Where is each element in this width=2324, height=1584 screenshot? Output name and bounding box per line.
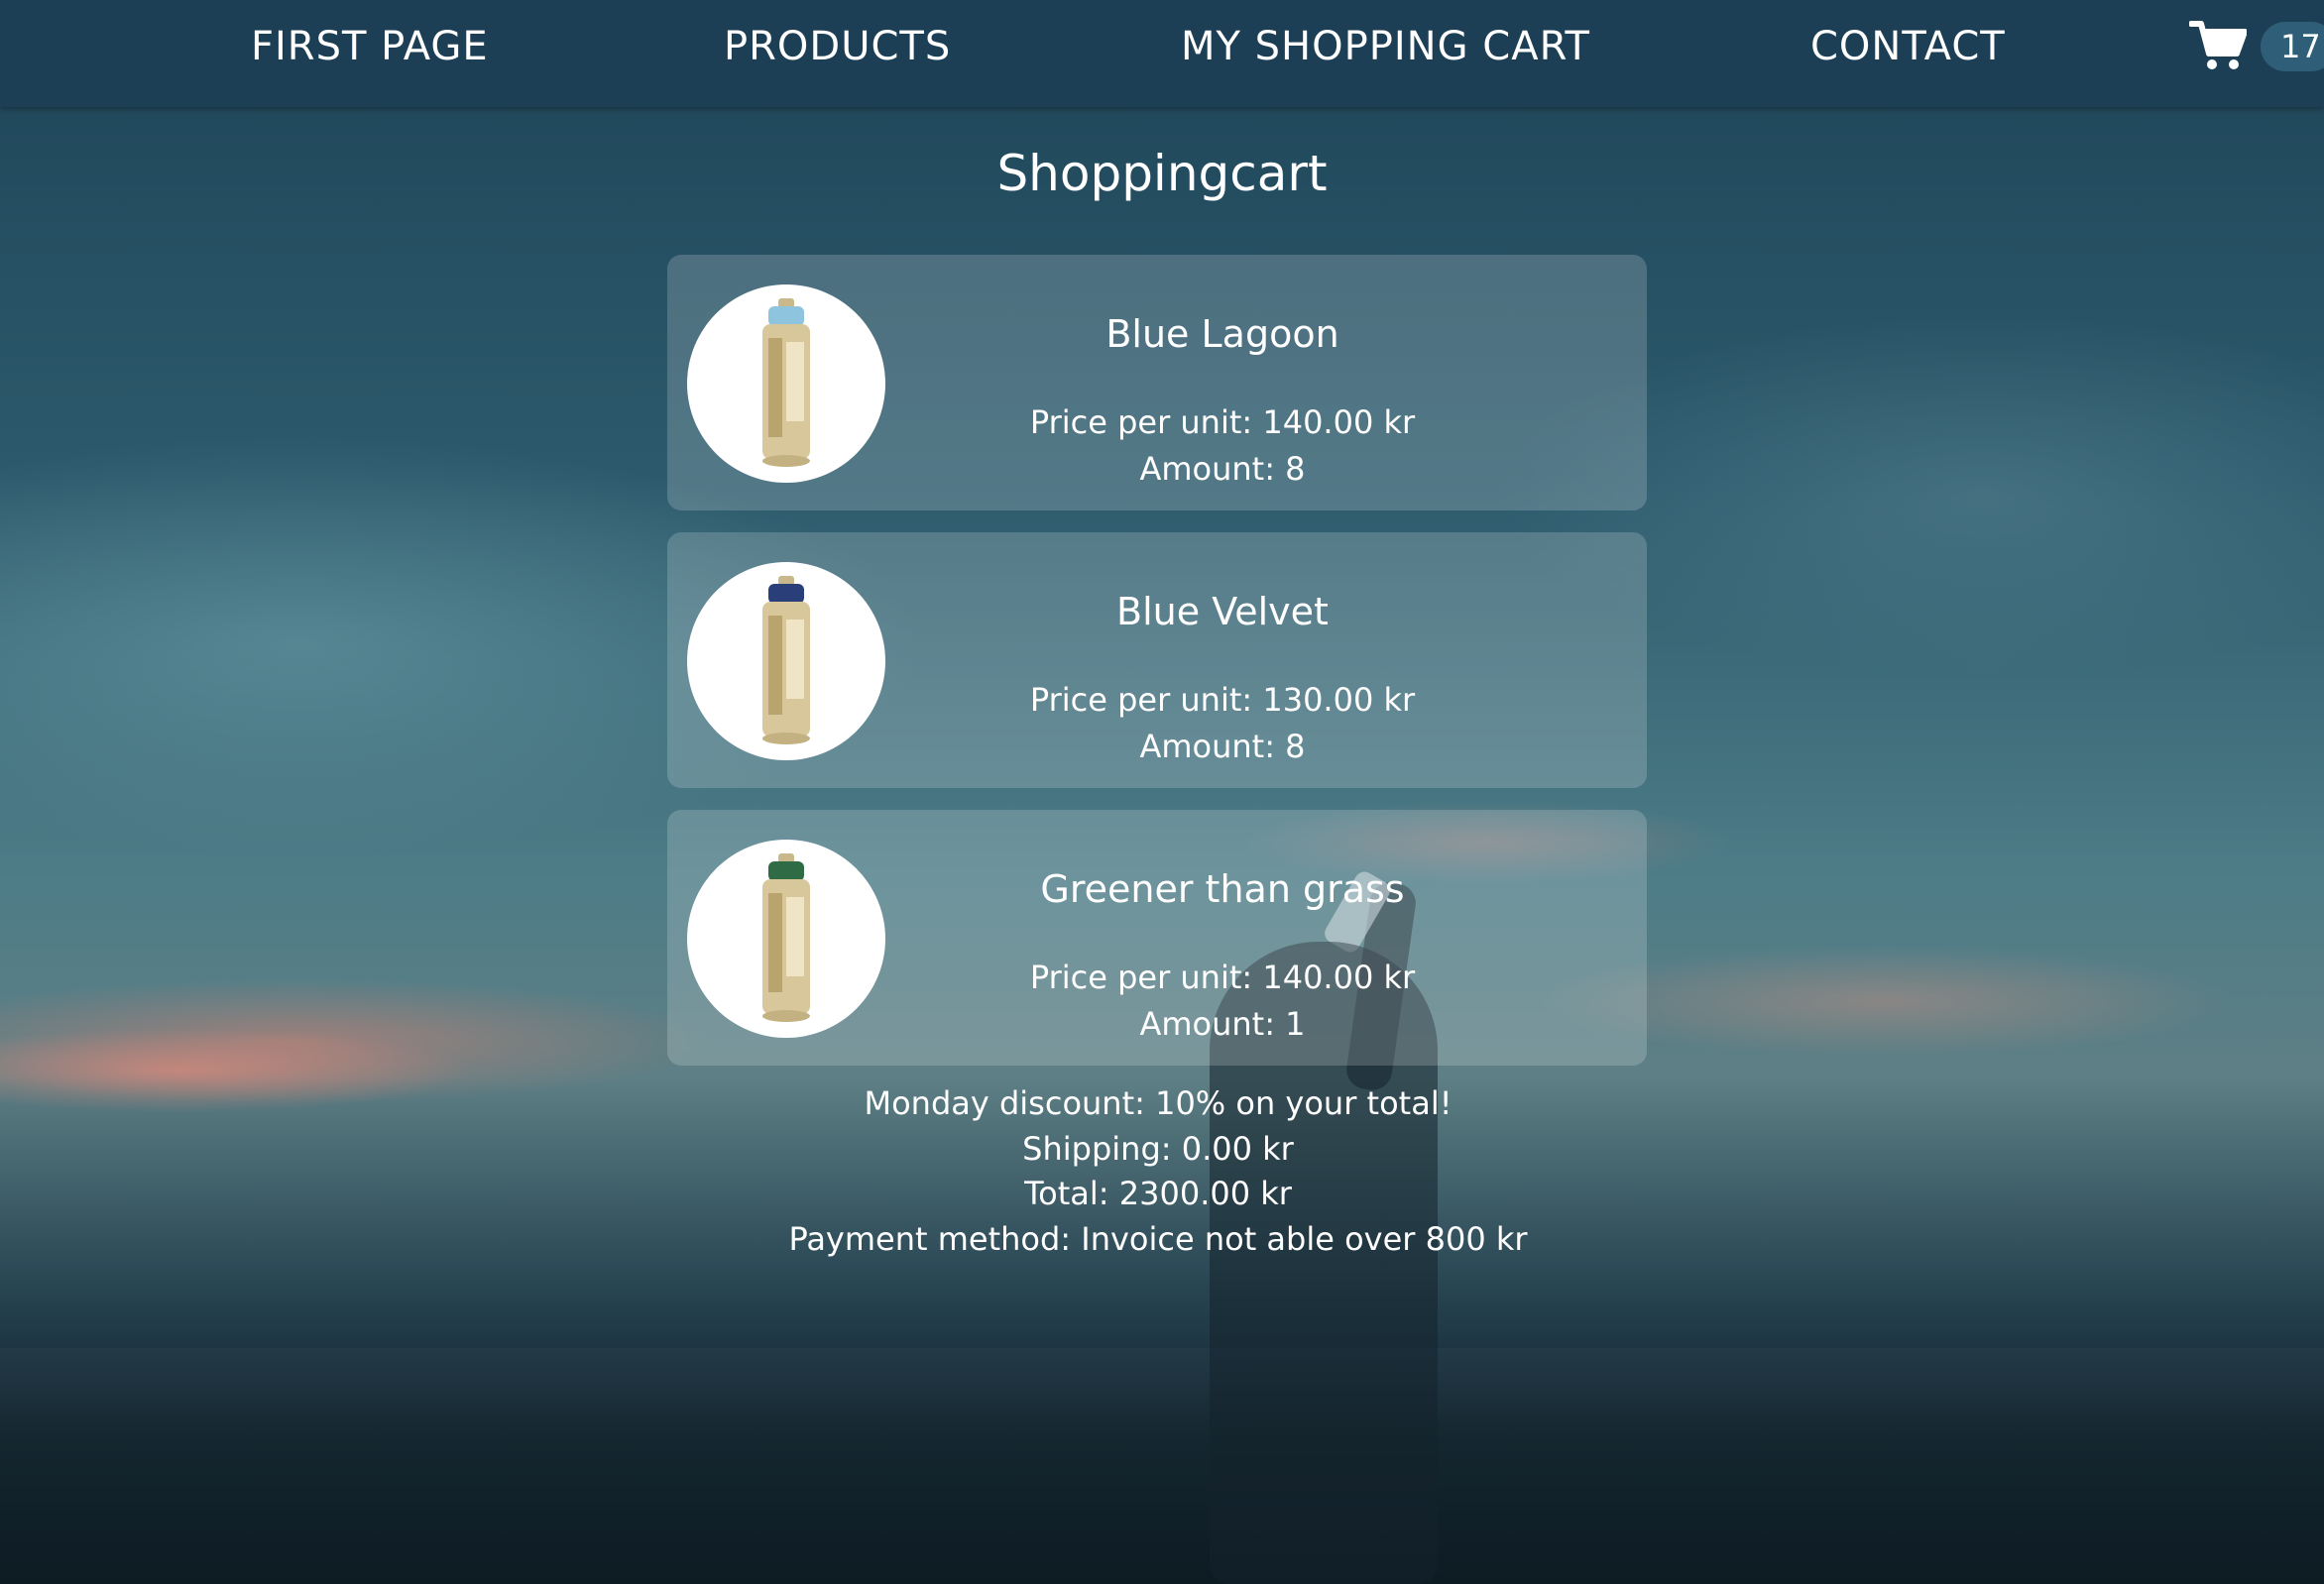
product-thumbnail <box>687 840 885 1038</box>
shopping-cart-icon[interactable] <box>2189 20 2247 71</box>
cart-item: Blue Lagoon Price per unit: 140.00 kr Am… <box>667 255 1647 510</box>
item-name: Greener than grass <box>1040 867 1405 911</box>
item-amount: Amount: 1 <box>1139 1005 1306 1043</box>
nav-first-page[interactable]: FIRST PAGE <box>251 24 489 69</box>
product-thumbnail <box>687 562 885 760</box>
background-image <box>0 0 2324 1584</box>
item-price: Price per unit: 140.00 kr <box>1029 959 1416 996</box>
item-amount: Amount: 8 <box>1139 450 1306 488</box>
spray-can-icon <box>762 853 810 1022</box>
shipping-text: Shipping: 0.00 kr <box>1022 1130 1294 1168</box>
total-text: Total: 2300.00 kr <box>1024 1175 1292 1212</box>
discount-text: Monday discount: 10% on your total! <box>864 1084 1452 1122</box>
cart-count-badge: 17 <box>2261 22 2324 71</box>
spray-can-icon <box>762 576 810 744</box>
nav-my-shopping-cart[interactable]: MY SHOPPING CART <box>1181 24 1590 69</box>
top-nav: FIRST PAGE PRODUCTS MY SHOPPING CART CON… <box>0 0 2324 107</box>
item-name: Blue Velvet <box>1116 590 1329 633</box>
background-horizon <box>0 1348 2324 1584</box>
item-price: Price per unit: 140.00 kr <box>1029 403 1416 441</box>
page-title: Shoppingcart <box>996 145 1328 202</box>
product-thumbnail <box>687 284 885 483</box>
item-amount: Amount: 8 <box>1139 728 1306 765</box>
item-price: Price per unit: 130.00 kr <box>1029 681 1416 719</box>
payment-method-text: Payment method: Invoice not able over 80… <box>788 1220 1528 1258</box>
nav-products[interactable]: PRODUCTS <box>724 24 951 69</box>
spray-can-icon <box>762 298 810 467</box>
item-name: Blue Lagoon <box>1105 312 1339 356</box>
cart-item: Blue Velvet Price per unit: 130.00 kr Am… <box>667 532 1647 788</box>
cart-item: Greener than grass Price per unit: 140.0… <box>667 810 1647 1066</box>
nav-contact[interactable]: CONTACT <box>1810 24 2006 69</box>
